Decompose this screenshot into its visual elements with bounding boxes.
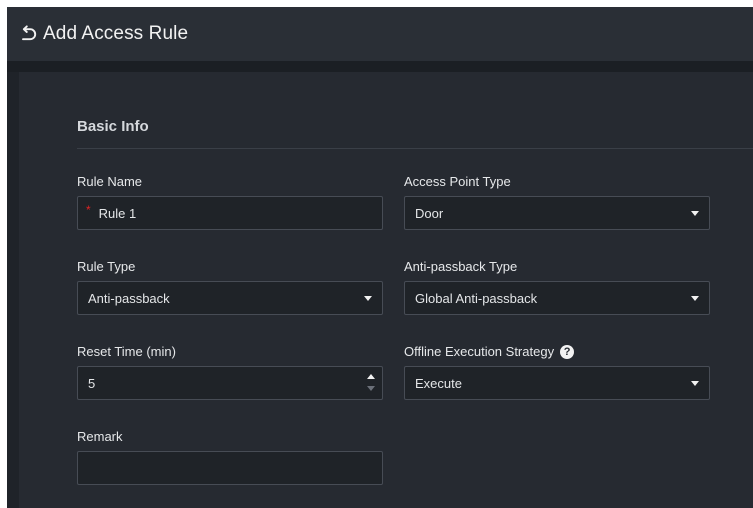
caret-down-icon xyxy=(364,296,372,301)
stepper-down-icon[interactable] xyxy=(367,386,375,391)
page-frame: Add Access Rule Basic Info Rule Name * R… xyxy=(0,0,753,508)
anti-passback-type-label: Anti-passback Type xyxy=(404,259,518,274)
rule-type-select[interactable]: Anti-passback xyxy=(77,281,383,315)
access-point-type-value: Door xyxy=(415,205,444,221)
anti-passback-type-select[interactable]: Global Anti-passback xyxy=(404,281,710,315)
page-title: Add Access Rule xyxy=(43,23,189,44)
back-arrow-icon[interactable] xyxy=(17,23,39,45)
rule-name-label: Rule Name xyxy=(77,174,143,189)
page-header: Add Access Rule xyxy=(7,7,753,61)
offline-strategy-label: Offline Execution Strategy ? xyxy=(404,344,575,359)
offline-strategy-label-text: Offline Execution Strategy xyxy=(404,344,555,359)
required-marker: * xyxy=(86,203,91,217)
remark-label: Remark xyxy=(77,429,123,444)
caret-down-icon xyxy=(691,381,699,386)
rule-name-value: Rule 1 xyxy=(98,205,137,221)
reset-time-stepper[interactable]: 5 xyxy=(77,366,383,400)
form-panel: Basic Info Rule Name * Rule 1 Access Poi… xyxy=(19,72,753,508)
stepper-control[interactable] xyxy=(366,371,376,395)
access-point-type-label: Access Point Type xyxy=(404,174,511,189)
anti-passback-type-value: Global Anti-passback xyxy=(415,290,538,306)
offline-strategy-select[interactable]: Execute xyxy=(404,366,710,400)
access-point-type-select[interactable]: Door xyxy=(404,196,710,230)
caret-down-icon xyxy=(691,296,699,301)
header-divider xyxy=(7,61,753,72)
caret-down-icon xyxy=(691,211,699,216)
section-divider xyxy=(77,148,753,149)
stepper-up-icon[interactable] xyxy=(367,374,375,379)
help-icon[interactable]: ? xyxy=(560,344,575,359)
rule-name-input[interactable]: * Rule 1 xyxy=(77,196,383,230)
reset-time-label: Reset Time (min) xyxy=(77,344,176,359)
rule-type-label: Rule Type xyxy=(77,259,136,274)
offline-strategy-value: Execute xyxy=(415,375,462,391)
section-title: Basic Info xyxy=(77,118,149,135)
content-area: Basic Info Rule Name * Rule 1 Access Poi… xyxy=(7,72,753,508)
reset-time-value: 5 xyxy=(88,375,96,391)
remark-input[interactable] xyxy=(77,451,383,485)
rule-type-value: Anti-passback xyxy=(88,290,170,306)
